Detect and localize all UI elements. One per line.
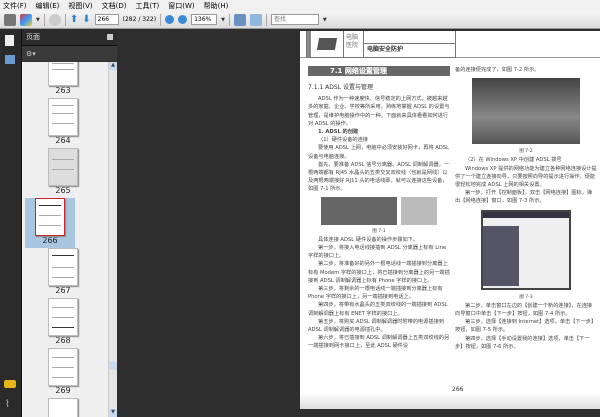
figure-caption: 图 7-3 <box>519 294 533 300</box>
scroll-down-icon[interactable]: ▼ <box>109 409 117 417</box>
panel-header: 页面 <box>22 29 117 46</box>
chevron-down-icon[interactable]: ▼ <box>221 17 225 23</box>
hand-tool-icon[interactable] <box>48 13 61 26</box>
print-icon[interactable] <box>4 13 16 26</box>
previous-page-icon[interactable]: ⬆ <box>70 14 78 25</box>
divider <box>64 13 66 26</box>
pages-panel: 页面 ⚙▾ 263 264 265 266 267 268 269 ▲ ▼ <box>22 29 117 417</box>
zoom-in-icon[interactable] <box>178 15 188 24</box>
next-page-icon[interactable]: ⬇ <box>82 14 90 25</box>
menu-bar: 文件(F) 编辑(E) 视图(V) 文档(D) 工具(T) 窗口(W) 帮助(H… <box>0 0 600 11</box>
thumbnail-label: 265 <box>55 186 71 195</box>
paragraph: ADSL 作为一种速度快、信号稳定的上网方式，被越来越多的家庭、企业、学校等所采… <box>308 96 450 127</box>
paragraph: 第六步，将已插接到 ADSL 调制解调器上五类双绞线的另一端插接到网卡接口上，至… <box>308 335 450 350</box>
bookmarks-icon[interactable] <box>5 55 15 64</box>
paragraph: 1. ADSL 的创建 <box>318 129 359 136</box>
thumbnail-list: 263 264 265 266 267 268 269 <box>22 62 108 417</box>
full-screen-icon[interactable] <box>249 13 262 26</box>
thumbnail-label: 264 <box>55 136 71 145</box>
chevron-down-icon[interactable]: ▼ <box>36 17 40 23</box>
paragraph: 第五步，将购买 ADSL 调制解调器时附带的电源插接到 ADSL 调制解调器的电… <box>308 318 444 334</box>
paragraph: 第二步，单击窗口左边的【创建一个新的连接】，在连接向导窗口中单击【下一步】按钮，… <box>455 302 593 318</box>
panel-options[interactable]: ⚙▾ <box>22 46 117 61</box>
divider <box>160 13 162 26</box>
comments-icon[interactable] <box>4 380 16 388</box>
menu-help[interactable]: 帮助(H) <box>204 1 229 11</box>
figure-7-1 <box>308 196 450 225</box>
fit-width-icon[interactable] <box>233 13 246 26</box>
panel-menu-button[interactable] <box>107 34 113 40</box>
scroll-thumb[interactable] <box>109 362 117 370</box>
figure-caption: 图 7-2 <box>519 149 533 155</box>
create-pdf-icon[interactable] <box>20 13 32 26</box>
divider <box>228 13 230 26</box>
paragraph: 备的连接便完成了，如图 7-2 所示。 <box>455 67 540 73</box>
paragraph: Windows XP 提供的网络功能为建立各种网络连接设计提供了一个建立连接向导… <box>455 165 597 189</box>
paragraph: 第四步，选择【手动设置我的连接】选项，单击【下一步】按钮，如图 7-6 所示。 <box>455 335 590 350</box>
thumbnail-267[interactable]: 267 <box>32 248 94 295</box>
chevron-down-icon[interactable]: ▼ <box>323 17 327 23</box>
thumbnail-label: 266 <box>42 236 58 245</box>
figure-7-3 <box>481 209 571 290</box>
thumbnail-263[interactable]: 263 <box>32 62 94 95</box>
subsection-title: 7.1.1 ADSL 设置与管理 <box>308 84 373 91</box>
paragraph: （2）在 Windows XP 中创建 ADSL 拨号 <box>465 157 562 164</box>
menu-document[interactable]: 文档(D) <box>102 1 127 11</box>
gear-icon[interactable]: ⚙▾ <box>26 50 36 58</box>
zoom-out-icon[interactable] <box>165 15 175 24</box>
thumbnail-265[interactable]: 265 <box>32 148 94 195</box>
thumbnail-269[interactable]: 269 <box>32 348 94 395</box>
menu-file[interactable]: 文件(F) <box>3 1 27 11</box>
thumbnail-label: 263 <box>55 86 71 95</box>
thumbnail-264[interactable]: 264 <box>32 98 94 145</box>
thumbnail-label: 267 <box>55 286 71 295</box>
menu-edit[interactable]: 编辑(E) <box>36 1 60 11</box>
thumbnail-label: 269 <box>55 386 71 395</box>
paragraph: （1）硬件设备的连接 <box>318 137 368 144</box>
pages-icon[interactable] <box>5 35 14 46</box>
paragraph: 第四步，将带有水晶头的五类双绞线的一端插接到 ADSL 调制解调器上标有 ENE… <box>308 302 448 317</box>
right-column: 备的连接便完成了，如图 7-2 所示。 图 7-2 （2）在 Windows X… <box>455 66 597 351</box>
paragraph: 第三步，选择【连接到 Internet】选项，单击【下一步】按钮，如图 7-5 … <box>455 319 597 334</box>
section-title: 7.1 网络设置管理 <box>308 66 450 76</box>
toolbar: ▼ ⬆ ⬇ 266 (282 / 322) 136%▼ ▼ <box>0 11 600 29</box>
chapter-title: 电脑安全防护 <box>367 46 404 53</box>
divider <box>265 13 267 26</box>
document-area: 电脑 医院 电脑安全防护 7.1 网络设置管理 7.1.1 ADSL 设置与管理 … <box>117 29 600 417</box>
chapter-label: 医院 <box>346 42 359 49</box>
paragraph: 第一步，将接入电话线接插到 ADSL 分离器上标有 Line 字样的接口上。 <box>308 245 447 260</box>
paragraph: 第二步，将准备好的另外一根电话线一端插接到分离器上标有 Modem 字样的接口上… <box>308 261 450 284</box>
laptop-icon <box>311 31 343 57</box>
left-column: 7.1 网络设置管理 7.1.1 ADSL 设置与管理 ADSL 作为一种速度快… <box>308 66 450 351</box>
page-header: 电脑 医院 电脑安全防护 <box>300 31 600 58</box>
thumbnail-label: 268 <box>55 336 71 345</box>
divider <box>43 13 45 26</box>
scroll-up-icon[interactable]: ▲ <box>109 62 117 70</box>
figure-caption: 图 7-1 <box>372 228 386 234</box>
paragraph: 第一步，打开【控制面板】，双击【网络连接】图标，弹出【网络连接】窗口，如图 7-… <box>455 190 593 205</box>
attachment-icon[interactable]: ⌇ <box>5 399 10 410</box>
thumbnail-268[interactable]: 268 <box>32 298 94 345</box>
page-footer <box>300 393 600 409</box>
menu-window[interactable]: 窗口(W) <box>168 1 194 11</box>
find-input[interactable] <box>270 14 319 25</box>
zoom-input[interactable]: 136% <box>191 14 218 25</box>
paragraph: 要使用 ADSL 上网，电脑中必须安装好网卡，再将 ADSL 设备与电脑连接。 <box>308 145 449 160</box>
thumbnail-scrollbar[interactable]: ▲ ▼ <box>108 62 117 417</box>
figure-7-2 <box>472 78 580 145</box>
thumbnail-266[interactable]: 266 <box>25 198 75 248</box>
paragraph: 具体连接 ADSL 硬件设备的操作步骤如下。 <box>318 236 419 243</box>
page-count: (282 / 322) <box>122 16 157 23</box>
navigation-strip: ⌇ <box>0 29 22 417</box>
menu-view[interactable]: 视图(V) <box>68 1 92 11</box>
page-number-input[interactable]: 266 <box>94 14 119 25</box>
panel-title: 页面 <box>26 33 40 41</box>
menu-tools[interactable]: 工具(T) <box>136 1 160 11</box>
paragraph: 第三步，将剩余的一根电话线一端插接到分离器上标有 Phone 字样的接口上，另一… <box>308 286 443 301</box>
thumbnail-270[interactable] <box>32 398 94 417</box>
paragraph: 首先，要准备 ADSL 信号分离器、ADSL 调制解调器，一根两端都有 RJ45… <box>308 161 449 193</box>
chapter-label: 电脑 <box>346 34 359 41</box>
pdf-page: 电脑 医院 电脑安全防护 7.1 网络设置管理 7.1.1 ADSL 设置与管理 … <box>300 31 600 409</box>
